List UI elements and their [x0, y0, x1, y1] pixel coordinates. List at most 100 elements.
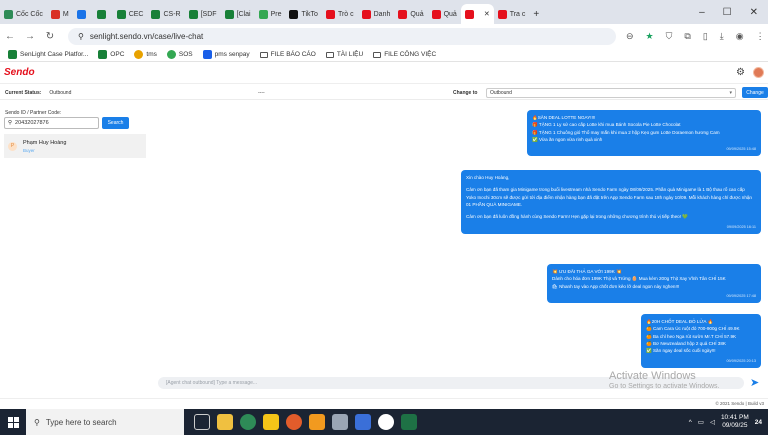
folder-icon: [325, 51, 334, 58]
bookmark-pms-senpay[interactable]: pms senpay: [202, 50, 250, 59]
coccoc-icon[interactable]: [240, 414, 256, 430]
browser-tab[interactable]: [Clai: [221, 4, 255, 24]
gear-icon[interactable]: ⚙: [736, 67, 745, 78]
tab-favicon-icon: [497, 9, 507, 19]
reload-icon[interactable]: ↻: [40, 31, 60, 42]
minimize-icon[interactable]: –: [699, 7, 705, 18]
bookmark-folder-cong-viec[interactable]: FILE CÔNG VIỆC: [373, 51, 436, 58]
bookmark-tms[interactable]: tms: [134, 50, 157, 59]
search-value: 20432027876: [15, 120, 49, 126]
browser-tab[interactable]: CEC: [113, 4, 148, 24]
app-icon[interactable]: [332, 414, 348, 430]
bookmark-senlight[interactable]: SenLight Case Platfor...: [8, 50, 88, 59]
bookmark-sos[interactable]: SOS: [166, 50, 193, 59]
close-tab-icon[interactable]: ✕: [484, 10, 490, 18]
message-line: 🍊 Ba chỉ heo Nga rút sườn Mr.T CHỈ 57.9K: [646, 333, 737, 339]
search-button[interactable]: Search: [102, 117, 129, 129]
browser-tab[interactable]: ✕: [460, 4, 494, 24]
browser-tab[interactable]: Danh: [358, 4, 395, 24]
tab-favicon-icon: [398, 9, 408, 19]
sheet-icon: [98, 50, 108, 59]
sendo-logo: Sendo: [4, 67, 35, 78]
start-button[interactable]: [0, 409, 26, 435]
bookmark-folder-tai-lieu[interactable]: TÀI LIỆU: [325, 51, 363, 58]
close-window-icon[interactable]: ✕: [750, 7, 758, 18]
app-icon[interactable]: [355, 414, 371, 430]
app-icon[interactable]: [286, 414, 302, 430]
forward-icon[interactable]: →: [20, 31, 40, 42]
zoom-icon[interactable]: ⊖: [626, 31, 634, 42]
browser-tab[interactable]: TikTo: [285, 4, 321, 24]
message-line: ✅ Vừa ăn ngon vừa rinh quà xinh: [532, 137, 603, 143]
tab-label: M: [62, 10, 69, 18]
taskbar-search-input[interactable]: ⚲ Type here to search: [26, 409, 184, 435]
tab-label: Danh: [373, 10, 391, 18]
list-item[interactable]: P Phạm Huy Hoàng Buyer: [4, 134, 146, 158]
change-to-value: Outbound: [490, 89, 512, 96]
site-info-icon[interactable]: ⚲: [78, 32, 84, 41]
browser-tab[interactable]: CS-R: [147, 4, 184, 24]
download-icon[interactable]: ⤓: [720, 31, 724, 42]
file-explorer-icon[interactable]: [217, 414, 233, 430]
tab-label: CS-R: [163, 10, 181, 18]
extensions-icon[interactable]: ⧉: [684, 31, 690, 42]
tab-favicon-icon: [96, 9, 106, 19]
sidebar-icon[interactable]: ▯: [703, 31, 708, 42]
bookmark-folder-bao-cao[interactable]: FILE BÁO CÁO: [259, 51, 316, 58]
new-tab-button[interactable]: +: [529, 4, 543, 24]
message-time: 09/09/2025 20:13: [726, 358, 756, 363]
browser-tab[interactable]: [93, 4, 113, 24]
tab-favicon-icon: [289, 9, 299, 19]
url-text: senlight.sendo.vn/case/live-chat: [89, 31, 204, 41]
browser-tab[interactable]: Tra c: [494, 4, 530, 24]
change-button[interactable]: Change: [742, 87, 768, 98]
browser-tab[interactable]: Quả: [428, 4, 461, 24]
tab-favicon-icon: [116, 9, 126, 19]
search-icon: ⚲: [8, 120, 13, 126]
url-field[interactable]: ⚲ senlight.sendo.vn/case/live-chat: [68, 27, 616, 45]
menu-icon[interactable]: ⋮: [756, 31, 765, 42]
system-tray: ^ ▭ ◁ 10:41 PM 09/09/25 24: [689, 414, 768, 431]
tab-label: Pre: [270, 10, 282, 18]
weather-temp[interactable]: 24: [755, 419, 762, 426]
profile-icon[interactable]: ◉: [736, 31, 744, 42]
avatar[interactable]: [753, 67, 764, 78]
tab-favicon-icon: [224, 9, 234, 19]
star-icon[interactable]: ★: [646, 31, 654, 42]
volume-icon[interactable]: ◁: [710, 418, 715, 426]
message-line: 🔥20H CHỐT DEAL ĐỎ LỬA 🔥: [646, 319, 714, 324]
browser-tab[interactable]: [73, 4, 93, 24]
clock[interactable]: 10:41 PM 09/09/25: [721, 414, 749, 431]
app-icon[interactable]: [378, 414, 394, 430]
folder-icon: [259, 51, 268, 58]
message-time: 09/09/2025 17:48: [726, 294, 756, 299]
search-input[interactable]: ⚲ 20432027876: [4, 117, 99, 129]
browser-tab[interactable]: Cốc Cốc: [0, 4, 47, 24]
message-time: 09/09/2025 16:11: [726, 224, 756, 229]
tab-label: Tra c: [509, 10, 526, 18]
notes-icon[interactable]: [263, 414, 279, 430]
chevron-up-icon[interactable]: ^: [689, 419, 692, 426]
browser-tab[interactable]: Trò c: [322, 4, 358, 24]
app-icon[interactable]: [309, 414, 325, 430]
tab-favicon-icon: [258, 9, 268, 19]
change-to-select[interactable]: Outbound ▾: [486, 87, 736, 98]
browser-tab[interactable]: [SDF: [185, 4, 221, 24]
browser-tab[interactable]: Pre: [255, 4, 286, 24]
message-line: 🎁 TẶNG 1 Ly sứ cao cấp Lotte khi mua Bán…: [532, 122, 681, 128]
message-bubble: 🔥20H CHỐT DEAL ĐỎ LỬA 🔥 🍊 Cam Cara Úc ru…: [641, 314, 761, 368]
send-icon[interactable]: ➤: [750, 377, 762, 389]
network-icon[interactable]: ▭: [698, 418, 704, 426]
back-icon[interactable]: ←: [0, 31, 20, 42]
browser-tab[interactable]: M: [47, 4, 73, 24]
task-view-icon[interactable]: [194, 414, 210, 430]
shield-icon[interactable]: ⛉: [666, 31, 673, 42]
browser-tab[interactable]: Quả: [394, 4, 427, 24]
p-icon: [202, 50, 212, 59]
excel-icon[interactable]: [401, 414, 417, 430]
windows-taskbar: ⚲ Type here to search ^ ▭ ◁ 10:41 PM 09/…: [0, 409, 768, 435]
bookmark-opc[interactable]: OPC: [98, 50, 124, 59]
maximize-icon[interactable]: ☐: [723, 7, 732, 18]
clock-date: 09/09/25: [722, 422, 748, 429]
tab-favicon-icon: [188, 9, 198, 19]
